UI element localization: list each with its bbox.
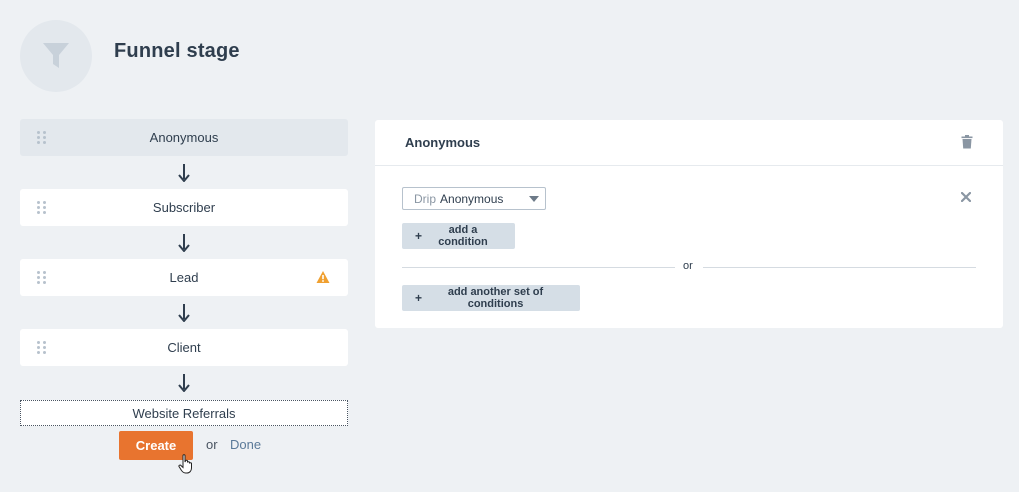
stage-item-subscriber[interactable]: Subscriber [20, 189, 348, 226]
stage-label: Anonymous [149, 130, 219, 145]
arrow-down-icon [175, 303, 193, 323]
stage-item-anonymous[interactable]: Anonymous [20, 119, 348, 156]
add-condition-label: add a condition [438, 224, 488, 248]
drag-handle-icon[interactable] [37, 131, 47, 144]
condition-select[interactable]: Drip Anonymous [402, 187, 546, 210]
trash-icon[interactable] [961, 135, 973, 149]
condition-value: Anonymous [440, 191, 504, 206]
plus-icon: + [415, 229, 423, 243]
chevron-down-icon [529, 196, 539, 202]
done-link[interactable]: Done [230, 437, 261, 452]
divider [402, 267, 675, 268]
new-stage-input[interactable] [20, 400, 348, 426]
stage-detail-panel: Anonymous Drip Anonymous + add a conditi… [375, 120, 1003, 328]
condition-prefix: Drip [414, 191, 437, 206]
warning-icon [316, 271, 330, 283]
hand-cursor-icon [178, 454, 192, 474]
stage-label: Client [167, 340, 201, 355]
stage-item-lead[interactable]: Lead [20, 259, 348, 296]
divider [703, 267, 976, 268]
close-icon[interactable] [961, 192, 971, 202]
drag-handle-icon[interactable] [37, 341, 47, 354]
plus-icon: + [415, 291, 423, 305]
panel-header: Anonymous [375, 120, 1003, 166]
arrow-down-icon [175, 233, 193, 253]
or-text: or [206, 437, 218, 452]
add-condition-button[interactable]: + add a condition [402, 223, 515, 249]
divider-or-text: or [683, 260, 693, 272]
funnel-icon [43, 43, 69, 68]
stage-item-client[interactable]: Client [20, 329, 348, 366]
arrow-down-icon [175, 163, 193, 183]
arrow-down-icon [175, 373, 193, 393]
drag-handle-icon[interactable] [37, 271, 47, 284]
panel-title: Anonymous [405, 135, 481, 150]
stage-label: Lead [169, 270, 199, 285]
page-title: Funnel stage [114, 40, 240, 62]
funnel-icon-badge [20, 20, 92, 92]
add-condition-set-label: add another set of conditions [447, 286, 544, 310]
stage-label: Subscriber [152, 200, 216, 215]
drag-handle-icon[interactable] [37, 201, 47, 214]
add-condition-set-button[interactable]: + add another set of conditions [402, 285, 580, 311]
